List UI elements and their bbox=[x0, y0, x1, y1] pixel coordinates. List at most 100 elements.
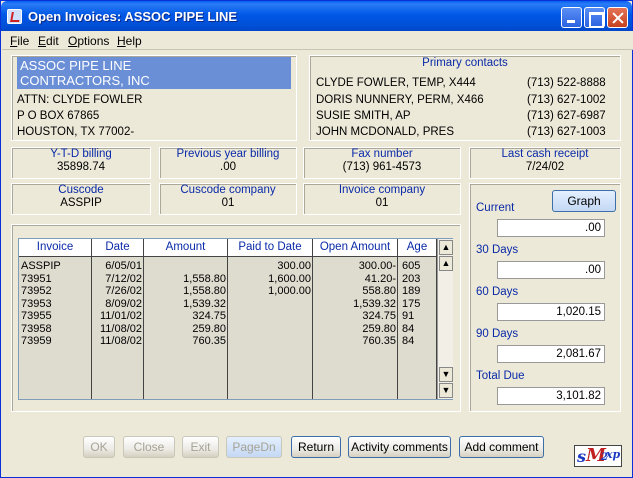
close-window-button[interactable] bbox=[607, 7, 628, 28]
cell-amount: 1,558.80 bbox=[183, 272, 226, 285]
cell-age: 84 bbox=[402, 335, 415, 347]
total-due-value: 3,101.82 bbox=[497, 387, 605, 405]
cell-open: 259.80 bbox=[362, 322, 396, 335]
cell-open: 558.80 bbox=[362, 285, 396, 297]
cell-paid: 300.00 bbox=[277, 260, 311, 272]
maximize-button[interactable] bbox=[584, 7, 605, 28]
invoice-company-panel: Invoice company 01 bbox=[303, 183, 461, 215]
cell-invoice: 73952 bbox=[21, 285, 52, 297]
title-bar[interactable]: Open Invoices: ASSOC PIPE LINE bbox=[1, 1, 632, 31]
contact-name: SUSIE SMITH, AP bbox=[316, 110, 411, 122]
contact-phone: (713) 522-8888 bbox=[527, 77, 606, 89]
address-street: P O BOX 67865 bbox=[17, 110, 100, 122]
cell-date: 7/26/02 bbox=[105, 285, 142, 297]
cell-invoice: 73955 bbox=[21, 310, 52, 322]
fax-value: (713) 961-4573 bbox=[342, 161, 422, 173]
last-cash-panel: Last cash receipt 7/24/02 bbox=[469, 147, 621, 179]
minimize-button[interactable] bbox=[561, 7, 582, 28]
col-header-open[interactable]: Open Amount bbox=[313, 239, 398, 257]
col-header-age[interactable]: Age bbox=[398, 239, 437, 257]
contacts-label: Primary contacts bbox=[422, 57, 508, 69]
days60-value: 1,020.15 bbox=[497, 303, 605, 321]
cell-date: 8/09/02 bbox=[105, 297, 142, 310]
cell-age: 175 bbox=[402, 297, 421, 310]
invoice-grid[interactable]: Invoice Date Amount Paid to Date Open Am… bbox=[18, 238, 453, 400]
current-value: .00 bbox=[497, 219, 605, 237]
ytd-billing-label: Y-T-D billing bbox=[50, 148, 112, 160]
menu-help[interactable]: Help bbox=[117, 34, 142, 48]
cuscode-value: ASSPIP bbox=[60, 197, 102, 209]
menu-bar: File Edit Options Help bbox=[2, 31, 633, 50]
pagedn-button[interactable]: PageDn bbox=[226, 436, 282, 458]
days30-value: .00 bbox=[497, 261, 605, 279]
cell-paid: 1,600.00 bbox=[268, 272, 311, 285]
app-icon[interactable] bbox=[7, 9, 22, 24]
prev-year-billing-panel: Previous year billing .00 bbox=[159, 147, 297, 179]
cell-age: 84 bbox=[402, 322, 415, 335]
ytd-billing-panel: Y-T-D billing 35898.74 bbox=[11, 147, 151, 179]
window-title: Open Invoices: ASSOC PIPE LINE bbox=[28, 9, 238, 24]
contact-phone: (713) 627-6987 bbox=[527, 110, 606, 122]
col-header-date[interactable]: Date bbox=[92, 239, 144, 257]
menu-file[interactable]: File bbox=[10, 34, 29, 48]
cell-amount: 324.75 bbox=[192, 310, 226, 322]
col-header-amount[interactable]: Amount bbox=[144, 239, 228, 257]
cell-amount: 1,558.80 bbox=[183, 285, 226, 297]
contact-phone: (713) 627-1002 bbox=[527, 94, 606, 106]
return-button[interactable]: Return bbox=[291, 436, 341, 458]
app-window: Open Invoices: ASSOC PIPE LINE File Edit… bbox=[0, 0, 633, 478]
contact-name: DORIS NUNNERY, PERM, X466 bbox=[316, 94, 484, 106]
scroll-bottom-icon[interactable]: ▼ bbox=[439, 383, 453, 398]
col-header-invoice[interactable]: Invoice bbox=[19, 239, 92, 257]
invoice-company-value: 01 bbox=[375, 197, 389, 209]
cell-open: 324.75 bbox=[362, 310, 396, 322]
cuscode-panel: Cuscode ASSPIP bbox=[11, 183, 151, 215]
exit-button[interactable]: Exit bbox=[182, 436, 219, 458]
cuscode-company-panel: Cuscode company 01 bbox=[159, 183, 297, 215]
cell-invoice: 73959 bbox=[21, 335, 52, 347]
grid-scrollbar[interactable]: ▲ ▲ ▼ ▼ bbox=[437, 239, 453, 399]
contact-phone: (713) 627-1003 bbox=[527, 126, 606, 138]
menu-options[interactable]: Options bbox=[68, 34, 109, 48]
cell-age: 91 bbox=[402, 310, 415, 322]
scroll-up-icon[interactable]: ▲ bbox=[439, 256, 453, 271]
cell-age: 203 bbox=[402, 272, 421, 285]
close-button[interactable]: Close bbox=[123, 436, 175, 458]
contact-name: CLYDE FOWLER, TEMP, X444 bbox=[316, 77, 476, 89]
menu-edit[interactable]: Edit bbox=[38, 34, 59, 48]
col-header-paid[interactable]: Paid to Date bbox=[228, 239, 313, 257]
address-city: HOUSTON, TX 77002- bbox=[17, 126, 135, 138]
cuscode-company-label: Cuscode company bbox=[180, 184, 276, 196]
scroll-top-icon[interactable]: ▲ bbox=[439, 240, 453, 255]
cell-date: 11/08/02 bbox=[99, 322, 142, 335]
last-cash-value: 7/24/02 bbox=[525, 161, 565, 173]
fax-label: Fax number bbox=[351, 148, 413, 160]
cell-invoice: 73953 bbox=[21, 297, 52, 310]
cell-open: 1,539.32 bbox=[353, 297, 396, 310]
cell-invoice: ASSPIP bbox=[21, 260, 61, 272]
days60-label: 60 Days bbox=[476, 286, 519, 298]
ok-button[interactable]: OK bbox=[83, 436, 115, 458]
address-attn: ATTN: CLYDE FOWLER bbox=[17, 94, 143, 106]
last-cash-label: Last cash receipt bbox=[501, 148, 589, 160]
cell-invoice: 73958 bbox=[21, 322, 52, 335]
cell-paid: 1,000.00 bbox=[268, 285, 311, 297]
cell-open: 41.20- bbox=[364, 272, 396, 285]
activity-comments-button[interactable]: Activity comments bbox=[348, 436, 451, 458]
total-due-label: Total Due bbox=[476, 370, 525, 382]
scroll-down-icon[interactable]: ▼ bbox=[439, 367, 453, 382]
cuscode-label: Cuscode bbox=[58, 184, 104, 196]
prev-year-billing-value: .00 bbox=[220, 161, 236, 173]
ytd-billing-value: 35898.74 bbox=[57, 161, 105, 173]
cell-age: 605 bbox=[402, 260, 421, 272]
current-label: Current bbox=[476, 202, 515, 214]
cell-invoice: 73951 bbox=[21, 272, 52, 285]
cell-open: 760.35 bbox=[362, 335, 396, 347]
cell-amount: 259.80 bbox=[192, 322, 226, 335]
days90-label: 90 Days bbox=[476, 328, 519, 340]
graph-button[interactable]: Graph bbox=[552, 190, 616, 212]
cell-open: 300.00- bbox=[358, 260, 396, 272]
cell-date: 11/08/02 bbox=[99, 335, 142, 347]
add-comment-button[interactable]: Add comment bbox=[459, 436, 544, 458]
customer-name: ASSOC PIPE LINE CONTRACTORS, INC bbox=[17, 57, 291, 89]
